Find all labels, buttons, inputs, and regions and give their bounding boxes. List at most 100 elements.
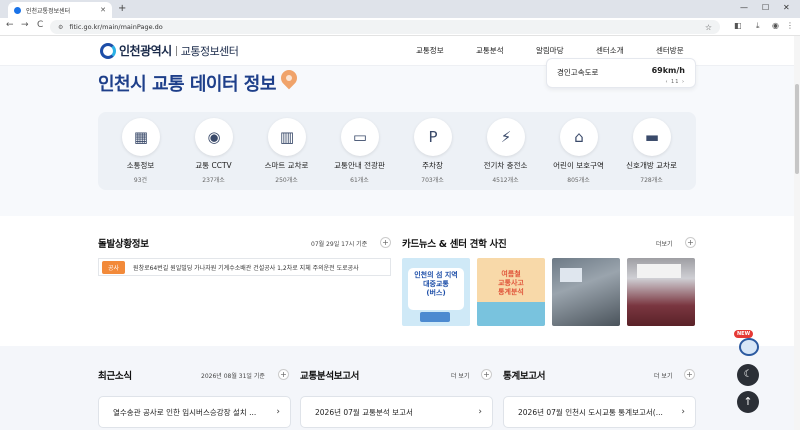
stat-count: 237개소 [202,177,225,184]
cardnews-more-button[interactable]: + [685,237,696,248]
stat-smart-intersection[interactable]: ▥ 스마트 교차로 250개소 [250,112,323,190]
address-bar[interactable]: ⚙ fitic.go.kr/main/mainPage.do ☆ [50,20,720,34]
stat-cctv[interactable]: ◉ 교통 CCTV 237개소 [177,112,250,190]
stats-panel: ▦ 소통정보 93건 ◉ 교통 CCTV 237개소 ▥ 스마트 교차로 250… [98,112,696,190]
cardnews-more-label[interactable]: 더보기 [656,239,673,248]
stat-signal[interactable]: ▬ 신호개방 교차로 728개소 [615,112,688,190]
nav-about[interactable]: 센터소개 [596,45,624,56]
tab-close-icon[interactable]: ✕ [100,6,106,14]
thumb-text: 교통사고 [498,279,524,287]
back-button[interactable]: ← [6,20,14,30]
emergency-title: 돌발상황정보 [98,239,149,250]
chevron-right-icon: › [276,407,280,417]
stat-count: 703개소 [421,177,444,184]
page-title: 인천시 교통 데이터 정보 [98,74,276,95]
stat-traffic[interactable]: ▦ 소통정보 93건 [104,112,177,190]
sign-board-icon: ▭ [341,118,379,156]
visit-photo-1[interactable] [552,258,620,326]
stat-count: 61개소 [350,177,369,184]
forward-button[interactable]: → [21,20,29,30]
thumb-text: 통계분석 [498,288,524,296]
smart-intersection-icon: ▥ [268,118,306,156]
stat-label: 소통정보 [126,161,155,170]
extensions-icon[interactable]: ◧ [734,21,742,30]
stat-count: 728개소 [640,177,663,184]
analysis-title: 교통분석보고서 [300,371,360,382]
stat-label: 스마트 교차로 [264,161,309,170]
stat-label: 교통 CCTV [195,161,232,170]
stat-sign-board[interactable]: ▭ 교통안내 전광판 61개소 [323,112,396,190]
stat-label: 전기차 충전소 [483,161,528,170]
stats-report-title: 통계보고서 [503,371,546,382]
thumb-text: 인천의 섬 지역 [414,271,458,279]
photo-screen [560,268,582,282]
photo-screen [637,264,681,278]
news-item-text: 열수송관 공사로 인한 임시버스승강장 설치 ... [113,407,257,417]
close-window-icon[interactable]: ✕ [783,3,790,12]
news-more-button[interactable]: + [278,369,289,380]
stat-count: 4512개소 [492,177,519,184]
favicon-icon [14,6,21,14]
download-icon[interactable]: ⤓ [756,21,760,31]
signal-icon: ▬ [633,118,671,156]
bookmark-star-icon[interactable]: ☆ [705,23,712,32]
logo-divider [175,45,177,56]
browser-tab[interactable]: 인천교통정보센터 ✕ [8,2,112,18]
maximize-icon[interactable]: ☐ [762,3,769,12]
analysis-more-button[interactable]: + [481,369,492,380]
minimize-icon[interactable]: — [740,3,748,12]
analysis-item-text: 2026년 07월 교통분석 보고서 [315,407,413,417]
stats-report-item-card[interactable]: 2026년 07월 인천시 도시교통 통계보고서(... › [503,396,696,428]
cardnews-thumb-island-bus[interactable]: 인천의 섬 지역 대중교통 (버스) [402,258,470,326]
stat-school-zone[interactable]: ⌂ 어린이 보호구역 805개소 [542,112,615,190]
site-logo[interactable]: 인천광역시 교통정보센터 [100,42,239,59]
profile-icon[interactable]: ◉ [772,21,779,30]
cardnews-title: 카드뉴스 & 센터 견학 사진 [402,239,507,250]
visit-photo-2[interactable] [627,258,695,326]
reload-button[interactable]: C [37,20,43,30]
stat-ev-charger[interactable]: ⚡ 전기차 충전소 4512개소 [469,112,542,190]
analysis-more-label[interactable]: 더 보기 [451,371,469,380]
new-badge: NEW [734,330,754,338]
news-item-card[interactable]: 열수송관 공사로 인한 임시버스승강장 설치 ... › [98,396,291,428]
tab-title: 인천교통정보센터 [26,7,71,15]
stat-label: 신호개방 교차로 [626,161,677,170]
ev-charger-icon: ⚡ [487,118,525,156]
beach-illustration [477,302,545,326]
chatbot-button[interactable]: NEW [734,330,761,358]
stat-count: 250개소 [275,177,298,184]
speed-card[interactable]: 경인고속도로 69km/h ‹ 11 › [546,58,696,88]
news-date: 2026년 08월 31일 기준 [201,373,265,380]
speed-pager[interactable]: ‹ 11 › [665,79,685,85]
stats-report-more-label[interactable]: 더 보기 [654,371,672,380]
scrollbar-thumb[interactable] [795,84,799,174]
nav-traffic-info[interactable]: 교통정보 [416,45,444,56]
stats-report-item-text: 2026년 07월 인천시 도시교통 통계보고서(... [518,407,663,417]
logo-center-text: 교통정보센터 [180,44,239,58]
emergency-more-button[interactable]: + [380,237,391,248]
stats-report-more-button[interactable]: + [684,369,695,380]
nav-visit[interactable]: 센터방문 [656,45,684,56]
page-scrollbar[interactable] [794,36,800,430]
logo-city-text: 인천광역시 [119,44,172,58]
emergency-alert-row[interactable]: 공사 원창로64번길 원일빌딩 가나자원 기계수소배관 건설공사 1,2차로 지… [98,258,391,276]
browser-tabstrip: 인천교통정보센터 ✕ + — ☐ ✕ [0,0,800,18]
stat-label: 교통안내 전광판 [334,161,385,170]
cardnews-thumb-summer-accident[interactable]: 여름철 교통사고 통계분석 [477,258,545,326]
site-info-icon[interactable]: ⚙ [58,24,63,31]
incheon-logo-icon [100,42,116,59]
new-tab-button[interactable]: + [118,3,126,14]
thumb-text: (버스) [426,289,446,297]
thumb-text: 여름철 [501,270,521,278]
nav-traffic-analysis[interactable]: 교통분석 [476,45,504,56]
stat-parking[interactable]: P 주차장 703개소 [396,112,469,190]
analysis-item-card[interactable]: 2026년 07월 교통분석 보고서 › [300,396,493,428]
chevron-right-icon: › [681,407,685,417]
dark-mode-button[interactable]: ☾ [737,364,759,386]
scroll-top-button[interactable]: ↑ [737,391,759,413]
nav-notices[interactable]: 알림마당 [536,45,564,56]
menu-icon[interactable]: ⋮ [786,21,794,30]
emergency-date: 07월 29일 17시 기준 [311,241,368,248]
browser-toolbar: ← → C ⚙ fitic.go.kr/main/mainPage.do ☆ ◧… [0,18,800,36]
bus-illustration [420,312,450,322]
